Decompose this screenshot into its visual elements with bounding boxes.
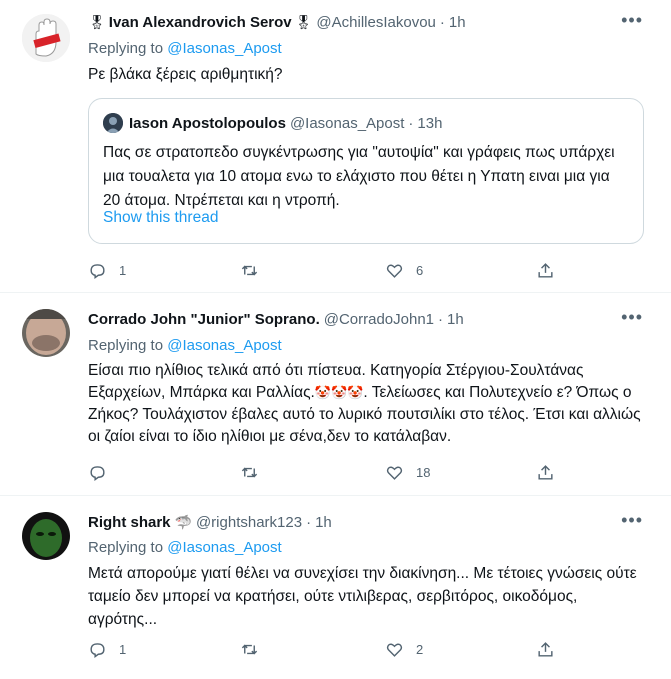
reply-icon bbox=[90, 264, 105, 280]
replying-handle-link[interactable]: @Iasonas_Apost bbox=[167, 539, 281, 556]
avatar[interactable] bbox=[22, 309, 70, 357]
separator: · bbox=[439, 14, 445, 31]
share-button[interactable] bbox=[536, 261, 555, 280]
clown-emoji-icon: 🤡🤡🤡 bbox=[314, 385, 364, 400]
quote-avatar bbox=[103, 113, 123, 133]
quoted-tweet[interactable]: Iason Apostolopoulos @Iasonas_Apost · 13… bbox=[88, 98, 644, 244]
handle[interactable]: @CorradoJohn1 bbox=[324, 311, 434, 328]
quote-timestamp[interactable]: 13h bbox=[417, 115, 442, 132]
badge-icon: 🎖 bbox=[294, 14, 313, 30]
display-name[interactable]: Ivan Alexandrovich Serov bbox=[109, 14, 292, 31]
replying-handle-link[interactable]: @Iasonas_Apost bbox=[167, 40, 281, 57]
replying-to: Replying to @Iasonas_Apost bbox=[88, 40, 282, 57]
replying-prefix: Replying to bbox=[88, 40, 164, 57]
retweet-icon bbox=[241, 467, 258, 478]
tweet-text: Ρε βλάκα ξέρεις αριθμητική? bbox=[88, 66, 283, 83]
tweet-actions: 1 6 bbox=[88, 261, 558, 281]
quote-handle[interactable]: @Iasonas_Apost bbox=[290, 115, 404, 132]
separator: · bbox=[306, 514, 312, 531]
replying-to: Replying to @Iasonas_Apost bbox=[88, 337, 282, 354]
reply-count: 1 bbox=[119, 263, 127, 278]
replying-to: Replying to @Iasonas_Apost bbox=[88, 539, 282, 556]
more-options-icon[interactable]: ••• bbox=[621, 510, 643, 531]
like-button[interactable]: 2 bbox=[385, 640, 423, 659]
like-button[interactable]: 6 bbox=[385, 261, 423, 280]
shark-icon: 🦈 bbox=[174, 514, 192, 530]
timestamp[interactable]: 1h bbox=[447, 311, 464, 328]
reply-button[interactable]: 1 bbox=[88, 640, 126, 659]
heart-icon bbox=[386, 466, 403, 480]
tweet-1[interactable]: 🎖 Ivan Alexandrovich Serov 🎖 @AchillesIa… bbox=[0, 0, 671, 293]
more-options-icon[interactable]: ••• bbox=[621, 307, 643, 328]
reply-icon bbox=[90, 643, 105, 659]
display-name[interactable]: Corrado John "Junior" Soprano. bbox=[88, 311, 320, 328]
more-options-icon[interactable]: ••• bbox=[621, 10, 643, 31]
tweet-text: Μετά απορούμε γιατί θέλει να συνεχίσει τ… bbox=[88, 565, 637, 628]
share-icon bbox=[538, 465, 553, 480]
timestamp[interactable]: 1h bbox=[315, 514, 332, 531]
tweet-2[interactable]: Corrado John "Junior" Soprano. @CorradoJ… bbox=[0, 293, 671, 496]
avatar-face-image bbox=[22, 512, 70, 560]
share-icon bbox=[538, 263, 553, 278]
avatar-face-image bbox=[22, 309, 70, 357]
quote-display-name[interactable]: Iason Apostolopoulos bbox=[129, 115, 286, 132]
display-name[interactable]: Right shark bbox=[88, 514, 171, 531]
reply-count: 1 bbox=[119, 642, 127, 657]
retweet-icon bbox=[241, 265, 258, 276]
tweet-3[interactable]: Right shark 🦈 @rightshark123 · 1h ••• Re… bbox=[0, 496, 671, 679]
like-button[interactable]: 18 bbox=[385, 463, 430, 482]
badge-icon: 🎖 bbox=[88, 14, 106, 30]
tweet-actions: 18 bbox=[88, 463, 558, 483]
separator: · bbox=[438, 311, 444, 328]
reply-button[interactable] bbox=[88, 463, 119, 482]
handle[interactable]: @AchillesIakovou bbox=[316, 14, 435, 31]
tweet-actions: 1 2 bbox=[88, 640, 558, 660]
reply-icon bbox=[90, 466, 105, 482]
handle[interactable]: @rightshark123 bbox=[196, 514, 302, 531]
share-icon bbox=[538, 642, 553, 657]
avatar[interactable] bbox=[22, 512, 70, 560]
show-thread-link[interactable]: Show this thread bbox=[103, 209, 218, 227]
heart-icon bbox=[386, 643, 403, 657]
avatar[interactable] bbox=[22, 14, 70, 62]
like-count: 18 bbox=[416, 465, 431, 480]
like-count: 2 bbox=[416, 642, 424, 657]
retweet-button[interactable] bbox=[240, 640, 271, 659]
timestamp[interactable]: 1h bbox=[449, 14, 466, 31]
replying-handle-link[interactable]: @Iasonas_Apost bbox=[167, 337, 281, 354]
heart-icon bbox=[386, 264, 403, 278]
share-button[interactable] bbox=[536, 640, 555, 659]
tweet-text: Είσαι πιο ηλίθιος τελικά από ότι πίστευα… bbox=[88, 360, 648, 448]
avatar-hand-image bbox=[22, 14, 70, 62]
retweet-button[interactable] bbox=[240, 463, 271, 482]
replying-prefix: Replying to bbox=[88, 337, 164, 354]
reply-button[interactable]: 1 bbox=[88, 261, 126, 280]
share-button[interactable] bbox=[536, 463, 555, 482]
retweet-button[interactable] bbox=[240, 261, 271, 280]
replying-prefix: Replying to bbox=[88, 539, 164, 556]
like-count: 6 bbox=[416, 263, 424, 278]
retweet-icon bbox=[241, 644, 258, 655]
quote-text: Πας σε στρατοπεδο συγκέντρωσης για "αυτο… bbox=[103, 144, 615, 209]
separator: · bbox=[408, 114, 414, 132]
